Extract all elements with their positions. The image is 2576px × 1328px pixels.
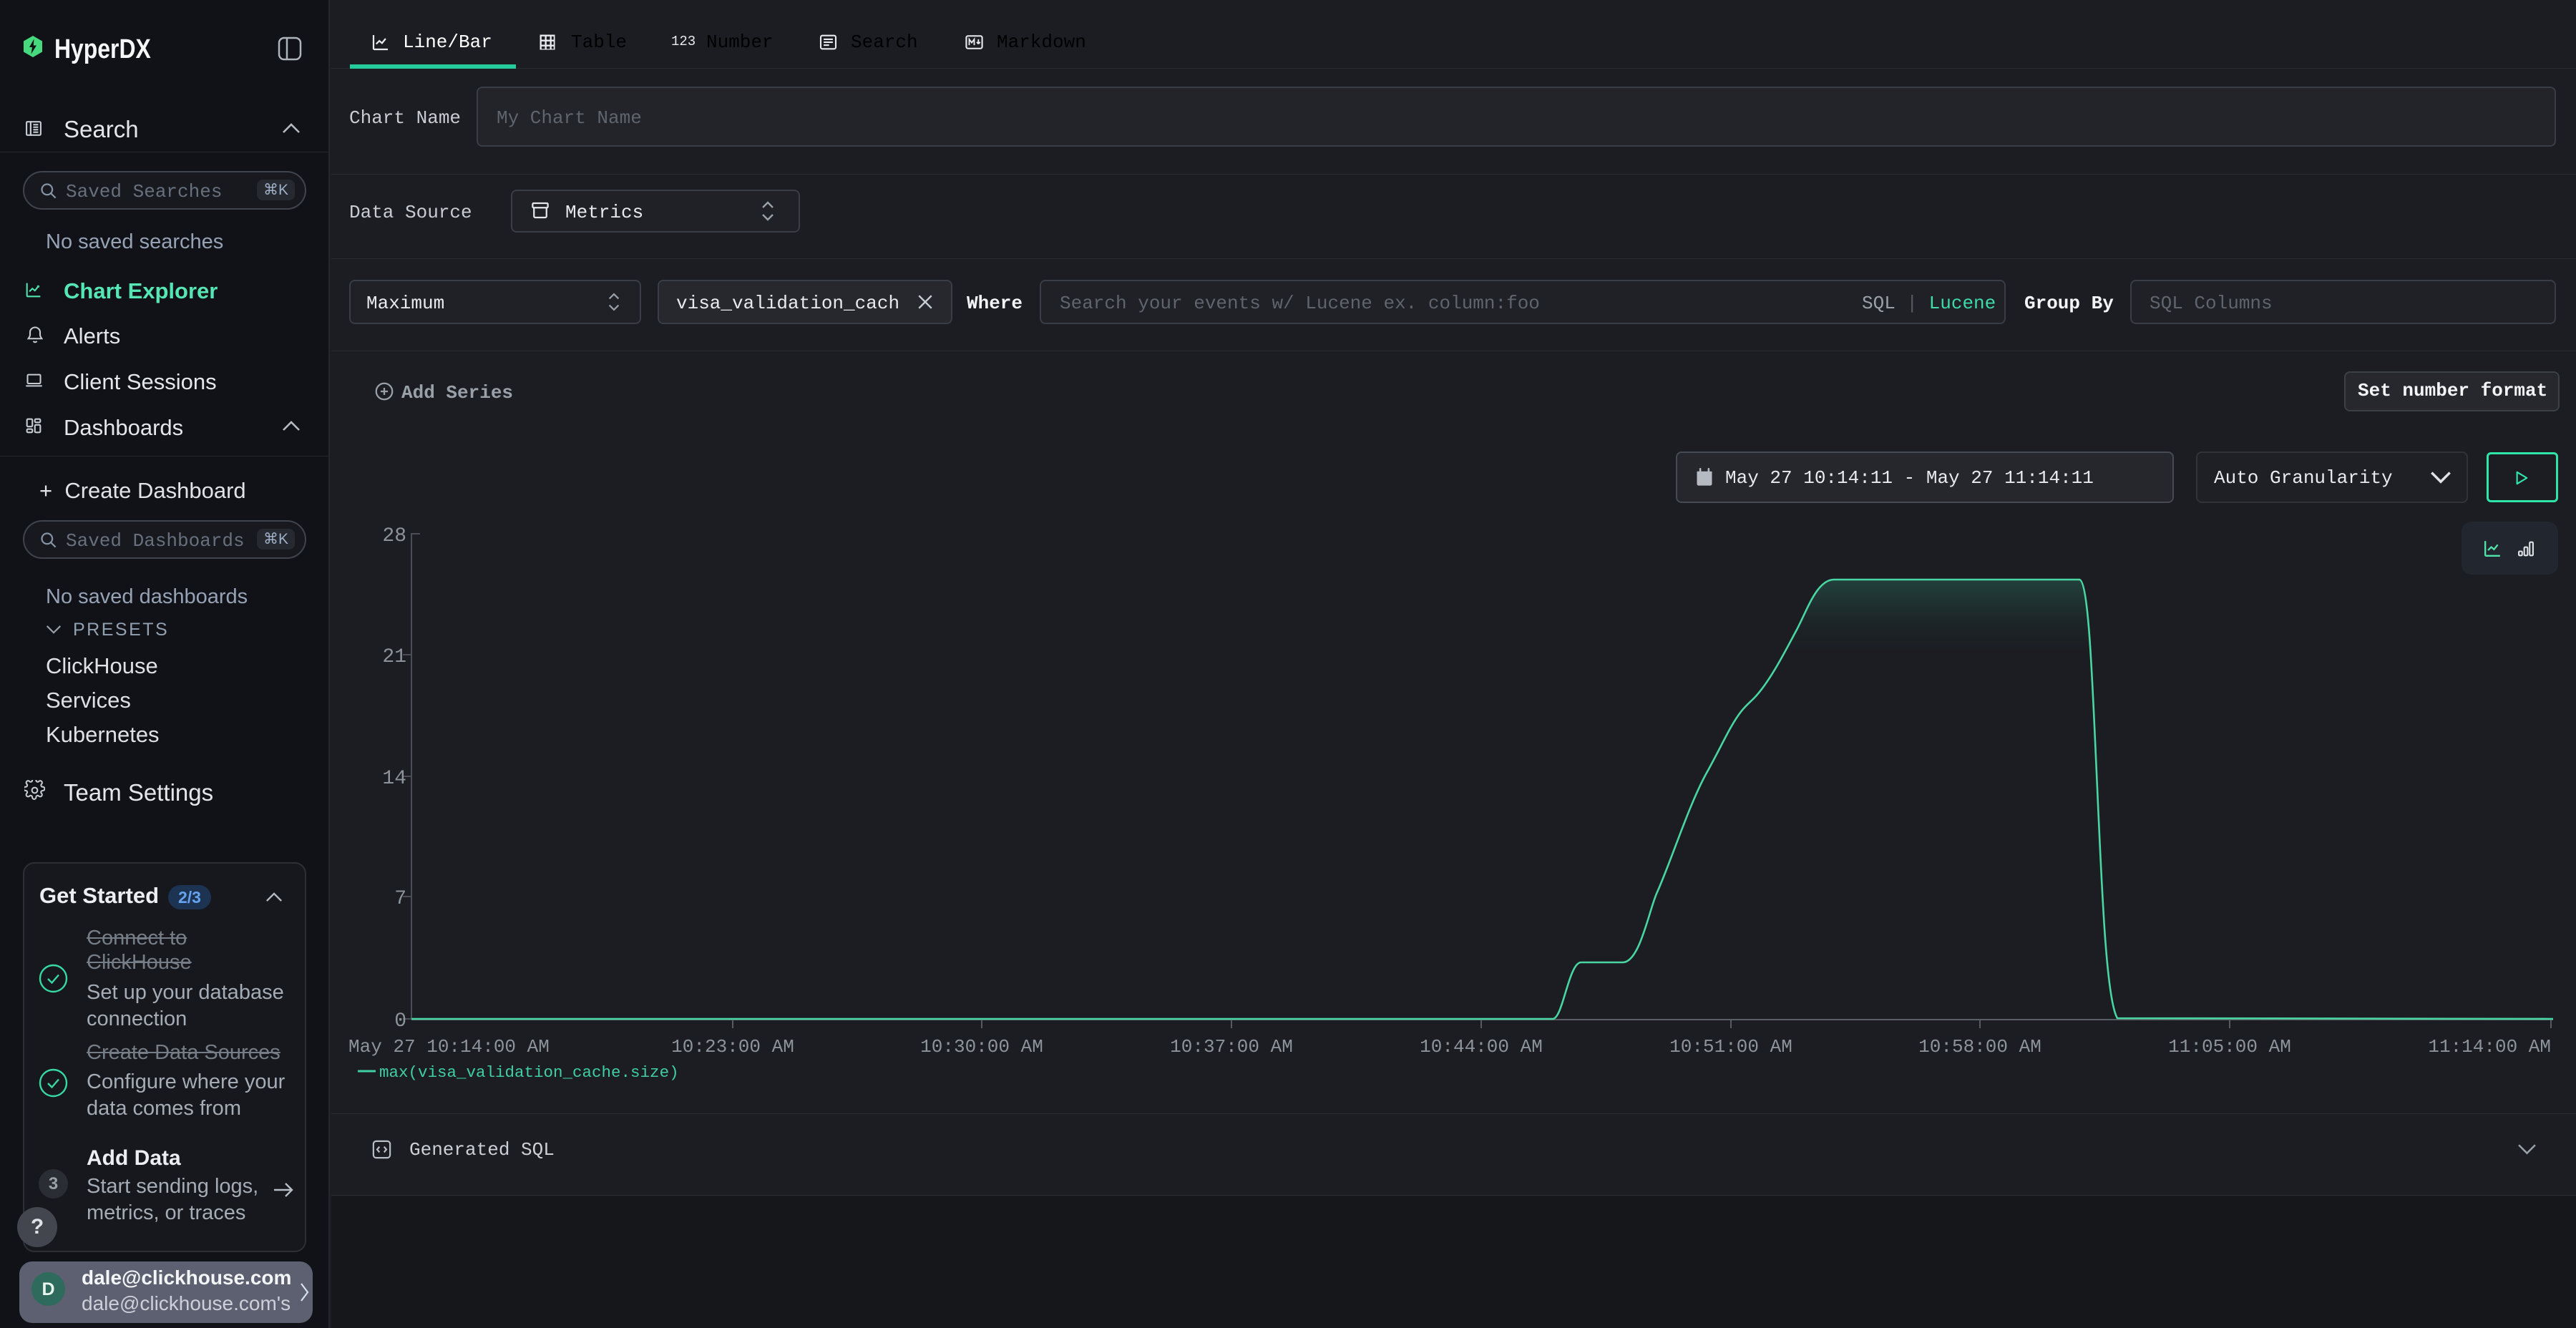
- svg-text:10:37:00 AM: 10:37:00 AM: [1170, 1036, 1293, 1058]
- svg-text:10:23:00 AM: 10:23:00 AM: [671, 1036, 794, 1058]
- svg-text:28: 28: [382, 525, 406, 547]
- svg-text:10:51:00 AM: 10:51:00 AM: [1669, 1036, 1792, 1058]
- svg-text:0: 0: [394, 1010, 406, 1032]
- svg-text:max(visa_validation_cache.size: max(visa_validation_cache.size): [379, 1063, 679, 1082]
- svg-text:10:30:00 AM: 10:30:00 AM: [920, 1036, 1043, 1058]
- svg-text:10:58:00 AM: 10:58:00 AM: [1918, 1036, 2041, 1058]
- svg-text:11:14:00 AM: 11:14:00 AM: [2428, 1036, 2551, 1058]
- svg-text:10:44:00 AM: 10:44:00 AM: [1420, 1036, 1543, 1058]
- svg-text:11:05:00 AM: 11:05:00 AM: [2168, 1036, 2291, 1058]
- svg-text:14: 14: [382, 768, 406, 790]
- svg-text:7: 7: [394, 888, 406, 910]
- svg-text:21: 21: [382, 646, 406, 668]
- svg-text:May 27 10:14:00 AM: May 27 10:14:00 AM: [348, 1036, 550, 1058]
